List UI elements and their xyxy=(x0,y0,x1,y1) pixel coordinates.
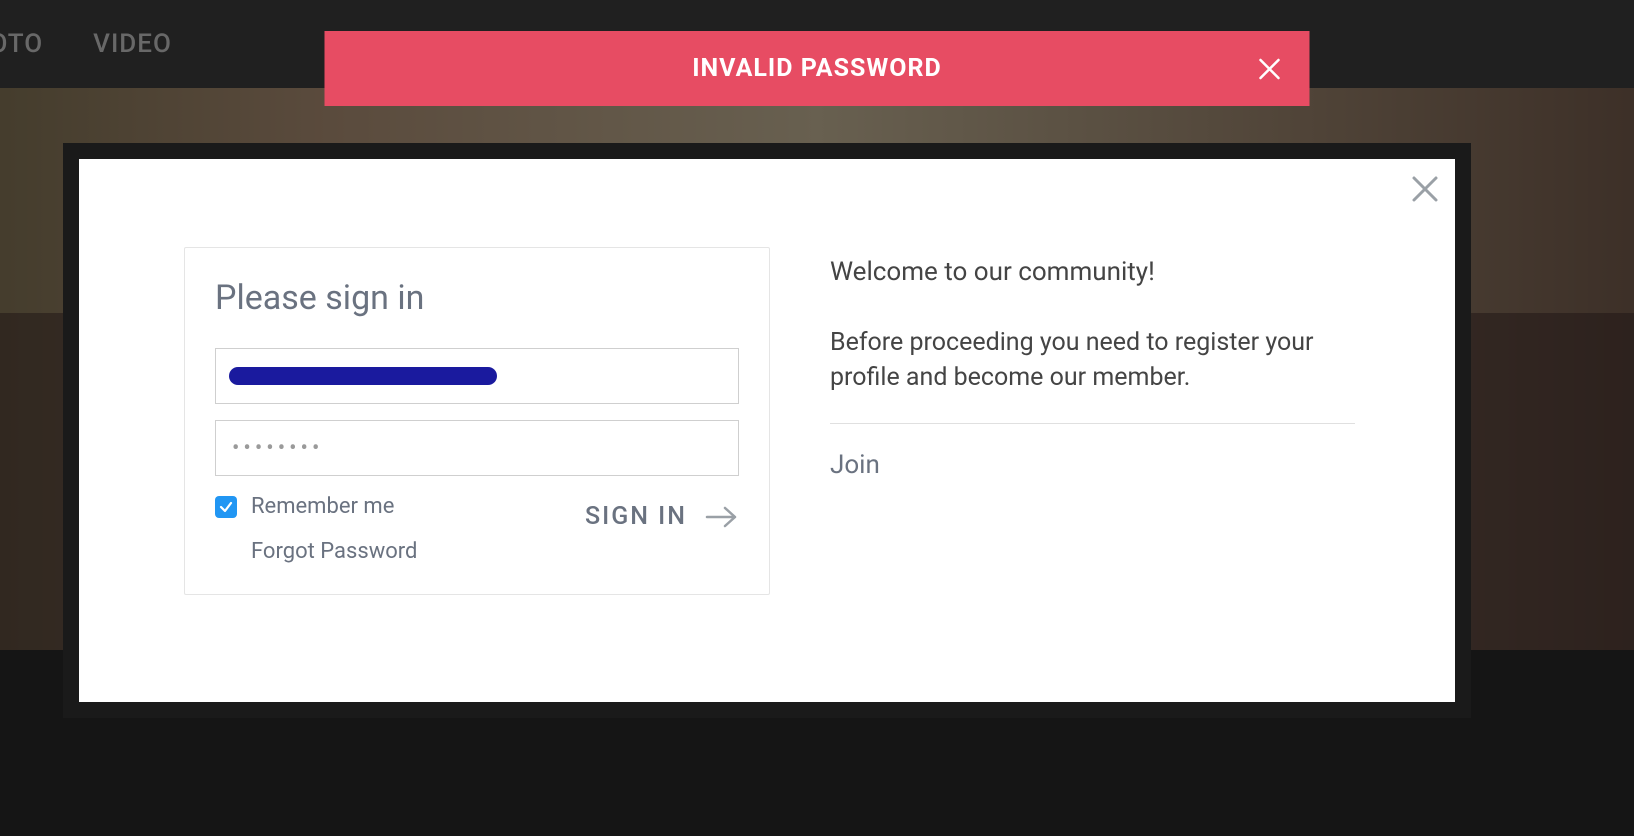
password-field[interactable]: •••••••• xyxy=(215,420,739,476)
signin-modal: Please sign in •••••••• xyxy=(79,159,1455,702)
signin-button-label: SIGN IN xyxy=(585,502,687,531)
remember-me-label: Remember me xyxy=(251,494,394,519)
checkmark-icon xyxy=(219,500,233,514)
modal-body: Please sign in •••••••• xyxy=(79,159,1455,595)
signin-options: Remember me Forgot Password xyxy=(215,494,417,564)
forgot-password-link[interactable]: Forgot Password xyxy=(251,539,417,564)
modal-close-button[interactable] xyxy=(1409,173,1441,205)
error-banner: INVALID PASSWORD xyxy=(325,31,1310,106)
welcome-title: Welcome to our community! xyxy=(830,257,1355,287)
email-field-wrapper xyxy=(215,348,739,404)
signin-card: Please sign in •••••••• xyxy=(184,247,770,595)
signin-button[interactable]: SIGN IN xyxy=(585,502,739,531)
redaction-mark xyxy=(229,367,497,385)
welcome-body: Before proceeding you need to register y… xyxy=(830,325,1355,424)
close-icon xyxy=(1409,173,1441,205)
error-message: INVALID PASSWORD xyxy=(692,54,942,83)
close-icon xyxy=(1258,57,1282,81)
join-link[interactable]: Join xyxy=(830,450,1355,480)
signin-footer: Remember me Forgot Password SIGN IN xyxy=(215,494,739,564)
arrow-right-icon xyxy=(705,505,739,529)
welcome-panel: Welcome to our community! Before proceed… xyxy=(830,247,1355,595)
remember-me-row: Remember me xyxy=(215,494,417,519)
signin-title: Please sign in xyxy=(215,278,739,318)
error-close-button[interactable] xyxy=(1258,57,1282,81)
modal-frame: Please sign in •••••••• xyxy=(63,143,1471,718)
remember-me-checkbox[interactable] xyxy=(215,496,237,518)
